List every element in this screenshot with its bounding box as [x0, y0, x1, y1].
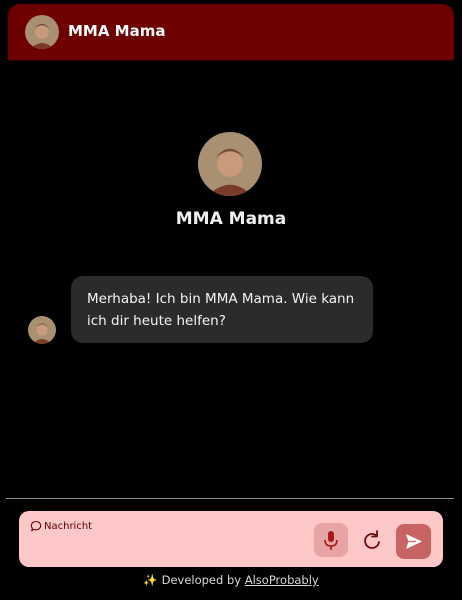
footer-prefix: Developed by: [161, 573, 242, 587]
bot-name: MMA Mama: [175, 209, 287, 229]
sparkle-icon: ✨: [143, 573, 158, 587]
header-title: MMA Mama: [68, 22, 166, 40]
message-composer: [19, 511, 443, 567]
send-button[interactable]: [396, 524, 431, 559]
microphone-icon: [324, 531, 338, 550]
header-avatar: [25, 15, 59, 49]
microphone-button[interactable]: [314, 523, 348, 557]
assistant-message-bubble: Merhaba! Ich bin MMA Mama. Wie kann ich …: [71, 276, 373, 343]
message-input[interactable]: [44, 518, 304, 534]
regenerate-button[interactable]: [359, 527, 385, 553]
footer: ✨ Developed by AlsoProbably: [0, 573, 462, 587]
message-avatar: [28, 316, 56, 344]
chat-bubble-icon: [30, 520, 42, 532]
bot-avatar: [198, 132, 262, 196]
divider: [6, 498, 454, 499]
redo-icon: [364, 530, 380, 549]
chat-header: MMA Mama: [8, 4, 454, 60]
footer-link[interactable]: AlsoProbably: [245, 573, 319, 587]
send-icon: [406, 534, 422, 549]
